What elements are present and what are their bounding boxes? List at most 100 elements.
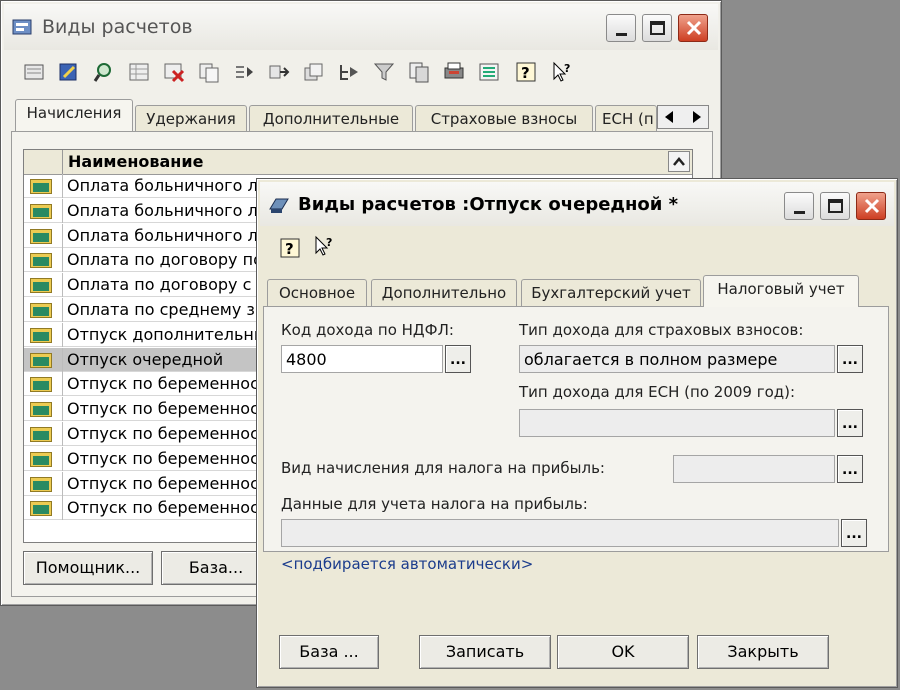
list-item-label: Оплата по среднему з [67, 300, 255, 319]
insurance-type-label: Тип дохода для страховых взносов: [519, 321, 804, 339]
edit-item-icon[interactable] [58, 61, 80, 83]
dialog-title: Виды расчетов :Отпуск очередной * [298, 194, 679, 215]
tab-scroll-right-icon[interactable] [684, 106, 708, 128]
list-item-label: Отпуск по беременнос [67, 448, 259, 468]
folder-icon [30, 278, 52, 294]
ndfl-code-field[interactable]: 4800 [281, 345, 443, 373]
help-icon[interactable]: ? [279, 237, 301, 259]
tab-scroll [657, 105, 709, 129]
save-button[interactable]: Записать [419, 635, 551, 669]
dialog-title-bar[interactable]: Виды расчетов :Отпуск очередной * [260, 182, 894, 226]
base-button[interactable]: База... [161, 551, 271, 585]
folder-icon [30, 327, 52, 343]
cell-divider [62, 322, 63, 347]
esn-type-select-button[interactable]: ... [837, 409, 863, 437]
main-title-bar[interactable]: Виды расчетов [4, 4, 718, 50]
cell-divider [62, 347, 63, 372]
dialog-maximize-button[interactable] [820, 192, 850, 220]
esn-type-field[interactable] [519, 409, 835, 437]
folder-icon [30, 476, 52, 492]
hierarchy-icon[interactable] [338, 61, 360, 83]
insurance-type-value: облагается в полном размере [524, 350, 778, 369]
tab-esn[interactable]: ЕСН (п [595, 105, 657, 133]
profit-tax-data-field[interactable] [281, 519, 839, 547]
scroll-up-button[interactable] [668, 151, 690, 172]
cell-divider [62, 446, 63, 471]
help-icon[interactable]: ? [515, 61, 537, 83]
print-icon[interactable] [443, 61, 465, 83]
context-help-icon[interactable]: ? [313, 235, 339, 259]
ndfl-code-value: 4800 [286, 350, 327, 369]
folder-icon [30, 253, 52, 269]
folder-icon [30, 427, 52, 442]
profit-tax-data-select-button[interactable]: ... [841, 519, 867, 547]
list-item-label: Отпуск дополнительны [67, 324, 267, 344]
tab-insurance[interactable]: Страховые взносы [415, 105, 593, 133]
tab-accounting[interactable]: Бухгалтерский учет [521, 279, 701, 307]
cell-divider [62, 397, 63, 422]
delete-icon[interactable] [163, 61, 185, 83]
list-header: Наименование [24, 150, 692, 175]
ndfl-code-select-button[interactable]: ... [445, 345, 471, 373]
folder-icon [30, 451, 52, 467]
maximize-icon [650, 21, 665, 35]
svg-text:?: ? [521, 64, 530, 82]
folder-icon [30, 352, 52, 368]
move-down-icon[interactable] [233, 61, 255, 83]
list-item-label: Оплата больничного л [67, 200, 258, 220]
close-icon [686, 20, 702, 36]
folder-icon [30, 179, 52, 194]
maximize-button[interactable] [642, 14, 672, 42]
main-window-title: Виды расчетов [42, 16, 193, 38]
tab-additional[interactable]: Дополнительные [249, 105, 413, 133]
list-item-label: Отпуск по беременнос [67, 498, 259, 518]
copy-icon[interactable] [198, 61, 220, 83]
tab-deductions[interactable]: Удержания [135, 105, 247, 133]
cell-divider [62, 174, 63, 198]
context-help-icon[interactable]: ? [551, 61, 573, 83]
cell-divider [62, 471, 63, 496]
dialog-base-button[interactable]: База ... [279, 635, 379, 669]
minimize-button[interactable] [606, 14, 636, 42]
tab-scroll-left-icon[interactable] [658, 106, 682, 128]
dialog-minimize-button[interactable] [784, 192, 814, 220]
cell-divider [62, 223, 63, 248]
close-button[interactable] [678, 14, 708, 42]
cell-divider [62, 248, 63, 273]
list-item-label: Отпуск очередной [67, 349, 224, 369]
close-dialog-button[interactable]: Закрыть [697, 635, 829, 669]
documents-icon[interactable] [408, 61, 430, 83]
name-column-header[interactable]: Наименование [68, 152, 203, 171]
group-icon[interactable] [303, 61, 325, 83]
esn-type-label: Тип дохода для ЕСН (по 2009 год): [519, 383, 796, 401]
minimize-icon [794, 211, 805, 214]
tree-icon[interactable] [478, 61, 500, 83]
svg-text:?: ? [564, 62, 570, 75]
svg-text:?: ? [285, 240, 294, 258]
tab-extra[interactable]: Дополнительно [371, 279, 517, 307]
cell-divider [62, 496, 63, 521]
ndfl-code-label: Код дохода по НДФЛ: [281, 321, 454, 339]
insurance-type-select-button[interactable]: ... [837, 345, 863, 373]
profit-tax-kind-select-button[interactable]: ... [837, 455, 863, 483]
list-item-label: Оплата по договору с [67, 275, 252, 295]
filter-icon[interactable] [373, 61, 395, 83]
assistant-button[interactable]: Помощник... [23, 551, 153, 585]
folder-icon [30, 203, 52, 219]
tab-main[interactable]: Основное [267, 279, 367, 307]
main-toolbar: ? ? [13, 61, 709, 87]
tab-tax[interactable]: Налоговый учет [703, 275, 859, 307]
dialog-close-button[interactable] [856, 192, 886, 220]
new-item-icon[interactable] [23, 61, 45, 83]
app-icon [12, 19, 32, 35]
folder-icon [30, 501, 52, 517]
move-icon[interactable] [268, 61, 290, 83]
profit-tax-kind-field[interactable] [673, 455, 835, 483]
find-icon[interactable] [93, 61, 115, 83]
cell-divider [62, 298, 63, 322]
tab-accruals[interactable]: Начисления [15, 99, 133, 131]
ok-button[interactable]: OK [557, 635, 689, 669]
table-icon[interactable] [128, 61, 150, 83]
insurance-type-field[interactable]: облагается в полном размере [519, 345, 835, 373]
auto-selection-note[interactable]: <подбирается автоматически> [281, 555, 533, 573]
